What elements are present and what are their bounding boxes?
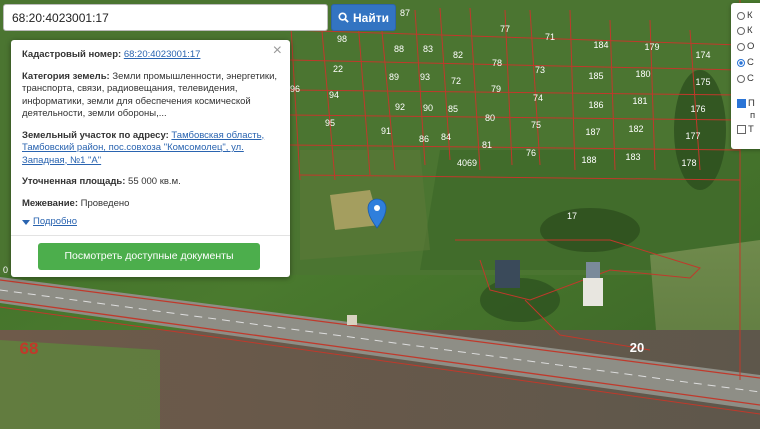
zone-label: 68 <box>20 339 39 358</box>
parcel-address: Земельный участок по адресу: Тамбовская … <box>22 130 280 168</box>
layer-checkbox[interactable]: Т <box>737 124 754 135</box>
parcel-label: 175 <box>695 77 710 87</box>
layer-option[interactable]: О <box>737 41 754 52</box>
parcel-label: 74 <box>533 93 543 103</box>
parcel-label: 79 <box>491 84 501 94</box>
parcel-label: 0 <box>3 265 8 275</box>
parcel-label: 78 <box>492 58 502 68</box>
search-icon <box>338 12 349 23</box>
layers-panel: К К О С С П п Т <box>731 3 760 149</box>
land-category: Категория земель: Земли промышленности, … <box>22 71 280 121</box>
parcel-label: 187 <box>585 127 600 137</box>
parcel-label: 89 <box>389 72 399 82</box>
area-label: Уточненная площадь: <box>22 176 126 187</box>
divider <box>11 234 290 236</box>
close-icon[interactable]: × <box>273 42 282 60</box>
parcel-label: 179 <box>644 42 659 52</box>
parcel-label: 180 <box>635 69 650 79</box>
details-toggle[interactable]: Подробно <box>22 216 280 229</box>
layer-option[interactable]: К <box>737 25 753 36</box>
parcel-label: 17 <box>567 211 577 221</box>
parcel-label: 185 <box>588 71 603 81</box>
parcel-label: 177 <box>685 131 700 141</box>
layer-option[interactable]: С <box>737 57 754 68</box>
parcel-label: 85 <box>448 104 458 114</box>
parcel-label: 93 <box>420 72 430 82</box>
checkbox[interactable] <box>737 99 746 108</box>
search-button-label: Найти <box>353 10 389 25</box>
triangle-down-icon <box>22 219 30 225</box>
layer-checkbox[interactable]: П <box>737 98 755 109</box>
parcel-label: 90 <box>423 103 433 113</box>
parcel-label: 76 <box>526 148 536 158</box>
parcel-label: 176 <box>690 104 705 114</box>
zone-label: 20 <box>630 340 644 355</box>
category-label: Категория земель: <box>22 70 110 82</box>
view-documents-button[interactable]: Посмотреть доступные документы <box>38 242 260 270</box>
radio-button[interactable] <box>737 11 745 20</box>
parcel-label: 84 <box>441 132 451 142</box>
radio-button[interactable] <box>737 74 745 83</box>
parcel-label: 181 <box>632 96 647 106</box>
layer-option[interactable]: К <box>737 10 753 21</box>
area-value: 55 000 кв.м. <box>128 176 181 187</box>
address-label: Земельный участок по адресу: <box>22 129 169 141</box>
parcel-label: 80 <box>485 113 495 123</box>
parcel-label: 92 <box>395 102 405 112</box>
parcel-label: 86 <box>419 134 429 144</box>
layer-option[interactable]: С <box>737 73 754 84</box>
parcel-label: 4069 <box>457 158 477 168</box>
parcel-label: 95 <box>325 118 335 128</box>
cadastral-label: Кадастровый номер: <box>22 49 122 60</box>
checkbox[interactable] <box>737 125 746 134</box>
parcel-area: Уточненная площадь: 55 000 кв.м. <box>22 176 280 189</box>
parcel-label: 94 <box>329 90 339 100</box>
parcel-label: 174 <box>695 50 710 60</box>
parcel-label: 75 <box>531 120 541 130</box>
parcel-label: 71 <box>545 32 555 42</box>
parcel-label: 73 <box>535 65 545 75</box>
parcel-label: 183 <box>625 152 640 162</box>
parcel-label: 82 <box>453 50 463 60</box>
details-link[interactable]: Подробно <box>33 216 77 229</box>
parcel-label: 186 <box>588 100 603 110</box>
parcel-info-popup: × Кадастровый номер: 68:20:4023001:17 Ка… <box>11 40 290 277</box>
parcel-label: 184 <box>593 40 608 50</box>
survey-label: Межевание: <box>22 197 78 209</box>
search-input[interactable] <box>3 4 328 31</box>
survey-value: Проведено <box>80 197 130 209</box>
parcel-label: 178 <box>681 158 696 168</box>
parcel-label: 81 <box>482 140 492 150</box>
parcel-label: 22 <box>333 64 343 74</box>
vehicle-icon <box>347 315 357 325</box>
radio-button[interactable] <box>737 42 745 51</box>
parcel-label: 72 <box>451 76 461 86</box>
building <box>495 260 520 288</box>
layer-checkbox-label: п <box>750 110 756 121</box>
parcel-label: 98 <box>337 34 347 44</box>
parcel-label: 83 <box>423 44 433 54</box>
radio-button[interactable] <box>737 26 745 35</box>
building <box>583 278 603 306</box>
parcel-label: 91 <box>381 126 391 136</box>
parcel-label: 96 <box>290 84 300 94</box>
parcel-label: 88 <box>394 44 404 54</box>
cadastral-number: Кадастровый номер: 68:20:4023001:17 <box>22 49 280 62</box>
search-button[interactable]: Найти <box>331 4 396 31</box>
parcel-label: 77 <box>500 24 510 34</box>
parcel-label: 87 <box>400 8 410 18</box>
parcel-label: 188 <box>581 155 596 165</box>
survey-status: Межевание: Проведено <box>22 198 280 211</box>
cadastral-link[interactable]: 68:20:4023001:17 <box>124 49 201 60</box>
parcel-label: 182 <box>628 124 643 134</box>
radio-button[interactable] <box>737 58 745 67</box>
building <box>586 262 600 278</box>
